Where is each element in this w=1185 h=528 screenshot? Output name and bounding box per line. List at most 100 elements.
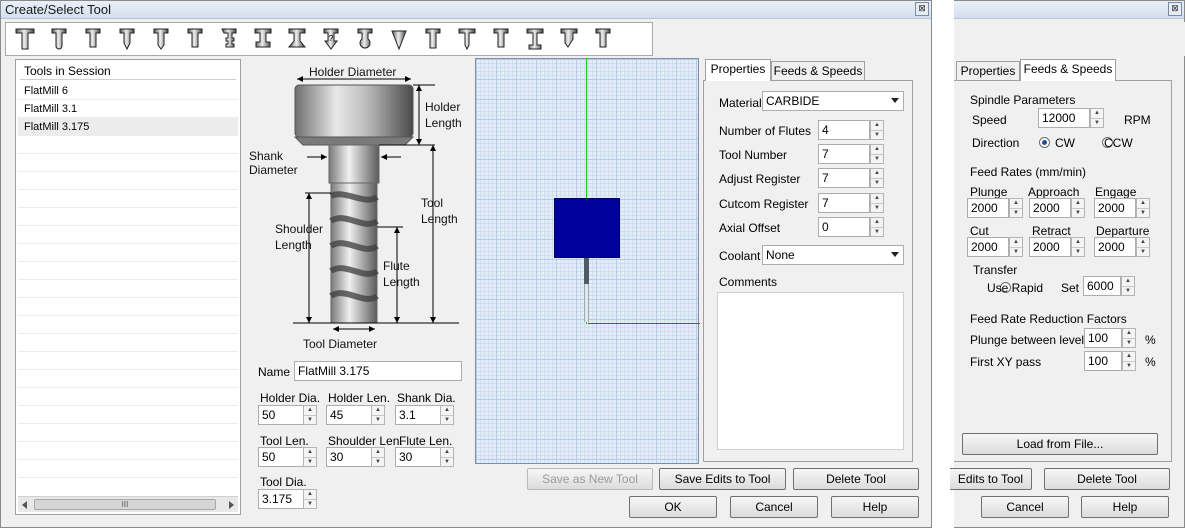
axial-offset-field[interactable]: 0 [818, 217, 870, 237]
number-of-flutes-field[interactable]: 4 [818, 120, 870, 140]
drill-tool-icon[interactable] [144, 24, 178, 54]
close-button[interactable]: ⊠ [1168, 2, 1182, 16]
material-select[interactable]: CARBIDE [762, 91, 904, 111]
scroll-thumb[interactable]: III [34, 499, 216, 510]
help-button[interactable]: Help [1081, 496, 1169, 518]
retract-field[interactable]: 2000 [1029, 237, 1071, 257]
set-rapid-field[interactable]: 6000 [1083, 276, 1121, 296]
reamer-tool-icon[interactable] [484, 24, 518, 54]
holder-len-field[interactable]: 45 [326, 405, 372, 425]
plunge-label: Plunge [970, 185, 1008, 199]
approach-field[interactable]: 2000 [1029, 198, 1071, 218]
engage-stepper[interactable]: ▲ ▼ [1136, 198, 1150, 218]
plunge-between-levels-stepper[interactable]: ▲ ▼ [1122, 328, 1136, 348]
departure-stepper[interactable]: ▲ ▼ [1136, 237, 1150, 257]
horizontal-scrollbar[interactable]: III [18, 496, 238, 512]
coolant-select[interactable]: None [762, 245, 904, 265]
holder-len-stepper[interactable]: ▲ ▼ [371, 405, 385, 425]
plunge-field[interactable]: 2000 [967, 198, 1009, 218]
scroll-left-arrow-icon[interactable] [22, 501, 27, 509]
save-as-new-tool-button[interactable]: Save as New Tool [527, 468, 653, 490]
name-field[interactable]: FlatMill 3.175 [294, 361, 462, 381]
cw-radio[interactable] [1039, 137, 1050, 148]
tool-len-field[interactable]: 50 [258, 447, 304, 467]
tool-dia-stepper[interactable]: ▲ ▼ [303, 489, 317, 509]
flute-len-field[interactable]: 30 [395, 447, 441, 467]
holder-dia-label: Holder Dia. [260, 391, 321, 405]
tap-tool-icon[interactable] [178, 24, 212, 54]
center-drill-tool-icon[interactable]: ? [314, 24, 348, 54]
bull-mill-tool-icon[interactable] [76, 24, 110, 54]
cw-label: CW [1055, 136, 1075, 150]
approach-stepper[interactable]: ▲ ▼ [1071, 198, 1085, 218]
tool-preview-viewport[interactable] [475, 58, 700, 464]
holder-dia-stepper[interactable]: ▲ ▼ [303, 405, 317, 425]
shank-dia-label: Shank Dia. [397, 391, 456, 405]
tab-feeds-speeds[interactable]: Feeds & Speeds [1020, 59, 1116, 81]
ball-mill-tool-icon[interactable] [42, 24, 76, 54]
load-from-file-button[interactable]: Load from File... [962, 433, 1158, 455]
thread-mill-tool-icon[interactable] [212, 24, 246, 54]
tab-properties[interactable]: Properties [956, 61, 1020, 80]
first-xy-pass-field[interactable]: 100 [1084, 351, 1122, 371]
engraving-tool-icon[interactable] [382, 24, 416, 54]
flat-mill-tool-icon[interactable] [8, 24, 42, 54]
shank-dia-stepper[interactable]: ▲ ▼ [440, 405, 454, 425]
slot-mill-tool-icon[interactable] [246, 24, 280, 54]
number-of-flutes-stepper[interactable]: ▲ ▼ [870, 120, 884, 140]
shoulder-len-field[interactable]: 30 [326, 447, 372, 467]
dovetail-mill-tool-icon[interactable] [280, 24, 314, 54]
axial-offset-stepper[interactable]: ▲ ▼ [870, 217, 884, 237]
chamfer-mill-tool-icon[interactable] [110, 24, 144, 54]
flute-len-stepper[interactable]: ▲ ▼ [440, 447, 454, 467]
comments-label: Comments [719, 275, 778, 289]
tab-properties[interactable]: Properties [705, 59, 771, 81]
set-rapid-stepper[interactable]: ▲ ▼ [1121, 276, 1135, 296]
cut-stepper[interactable]: ▲ ▼ [1009, 237, 1023, 257]
ok-button[interactable]: OK [629, 496, 717, 518]
shank-dia-field[interactable]: 3.1 [395, 405, 441, 425]
save-edits-to-tool-button[interactable]: Edits to Tool [950, 468, 1032, 490]
lollipop-tool-icon[interactable] [348, 24, 382, 54]
holder-dia-field[interactable]: 50 [258, 405, 304, 425]
tool-type-toolbar: ? [5, 22, 653, 56]
adjust-register-field[interactable]: 7 [818, 168, 870, 188]
cancel-button[interactable]: Cancel [730, 496, 818, 518]
tool-number-field[interactable]: 7 [818, 144, 870, 164]
plunge-stepper[interactable]: ▲ ▼ [1009, 198, 1023, 218]
first-xy-pass-stepper[interactable]: ▲ ▼ [1122, 351, 1136, 371]
departure-field[interactable]: 2000 [1094, 237, 1136, 257]
list-item[interactable]: FlatMill 3.1 [18, 100, 238, 118]
cancel-button[interactable]: Cancel [981, 496, 1069, 518]
form-tool-icon[interactable] [586, 24, 620, 54]
tool-number-stepper[interactable]: ▲ ▼ [870, 144, 884, 164]
speed-field[interactable]: 12000 [1038, 108, 1090, 128]
list-item-selected[interactable]: FlatMill 3.175 [18, 118, 238, 136]
save-edits-to-tool-button[interactable]: Save Edits to Tool [659, 468, 786, 490]
scroll-right-arrow-icon[interactable] [229, 501, 234, 509]
list-item[interactable]: FlatMill 6 [18, 82, 238, 100]
engage-field[interactable]: 2000 [1094, 198, 1136, 218]
countersink-tool-icon[interactable] [552, 24, 586, 54]
speed-label: Speed [972, 113, 1007, 127]
adjust-register-stepper[interactable]: ▲ ▼ [870, 168, 884, 188]
tapered-mill-tool-icon[interactable] [450, 24, 484, 54]
list-row-empty [18, 226, 238, 244]
comments-textarea[interactable] [717, 292, 904, 450]
plunge-between-levels-field[interactable]: 100 [1084, 328, 1122, 348]
close-button[interactable]: ⊠ [915, 2, 929, 16]
counterbore-tool-icon[interactable] [518, 24, 552, 54]
delete-tool-button[interactable]: Delete Tool [793, 468, 919, 490]
retract-stepper[interactable]: ▲ ▼ [1071, 237, 1085, 257]
tool-len-stepper[interactable]: ▲ ▼ [303, 447, 317, 467]
help-button[interactable]: Help [831, 496, 919, 518]
cutcom-register-stepper[interactable]: ▲ ▼ [870, 193, 884, 213]
delete-tool-button[interactable]: Delete Tool [1044, 468, 1170, 490]
cutcom-register-field[interactable]: 7 [818, 193, 870, 213]
boring-bar-tool-icon[interactable] [416, 24, 450, 54]
cut-field[interactable]: 2000 [967, 237, 1009, 257]
shoulder-len-stepper[interactable]: ▲ ▼ [371, 447, 385, 467]
speed-stepper[interactable]: ▲ ▼ [1090, 108, 1104, 128]
tab-feeds-speeds[interactable]: Feeds & Speeds [771, 61, 865, 80]
tool-dia-field[interactable]: 3.175 [258, 489, 304, 509]
